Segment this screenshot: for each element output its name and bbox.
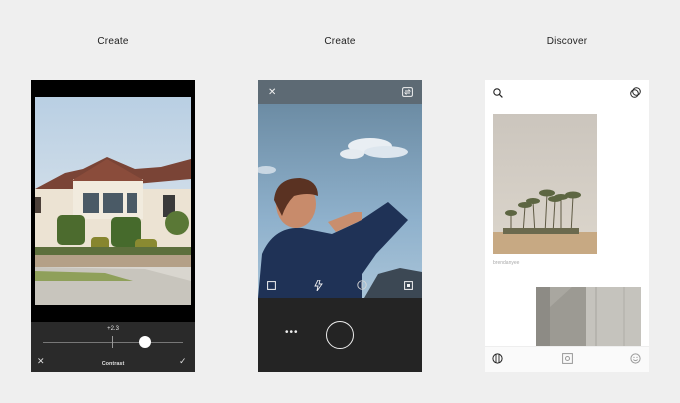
camera-top-bar (258, 80, 422, 104)
flash-auto-icon[interactable] (314, 279, 324, 293)
confirm-check-icon[interactable]: ✓ (179, 356, 187, 367)
search-icon[interactable] (493, 88, 503, 100)
adjustment-slider-track[interactable] (43, 342, 183, 343)
discover-screen: brendanyee (485, 80, 649, 372)
photo-username[interactable]: brendanyee (493, 260, 519, 266)
profile-tab-icon[interactable] (630, 353, 641, 366)
switch-camera-icon[interactable] (402, 87, 413, 99)
panel-caption-discover: Discover (546, 36, 588, 47)
slider-center-tick (112, 336, 113, 348)
grid-overlay-icon[interactable] (404, 281, 413, 292)
tool-label: Contrast (101, 361, 125, 367)
adjustment-value: +2.3 (107, 326, 119, 332)
feed-image-palms[interactable] (493, 114, 597, 254)
editor-screen: +2.3 ✕ Contrast ✓ (31, 80, 195, 372)
camera-screen: ✕ ••• (258, 80, 422, 372)
shutter-button[interactable] (326, 321, 354, 349)
more-options-icon[interactable]: ••• (285, 327, 299, 338)
edited-photo (35, 97, 191, 305)
camera-viewfinder[interactable] (258, 104, 422, 298)
exposure-icon[interactable] (357, 280, 367, 292)
discover-tab-icon[interactable] (492, 353, 503, 366)
collections-icon[interactable] (630, 87, 641, 100)
panel-caption-create-edit: Create (97, 36, 129, 47)
format-square-icon[interactable] (267, 281, 276, 292)
studio-tab-icon[interactable] (562, 353, 573, 366)
close-icon[interactable]: ✕ (268, 88, 276, 98)
feed-image-architecture[interactable] (536, 287, 641, 352)
panel-caption-create-camera: Create (324, 36, 356, 47)
